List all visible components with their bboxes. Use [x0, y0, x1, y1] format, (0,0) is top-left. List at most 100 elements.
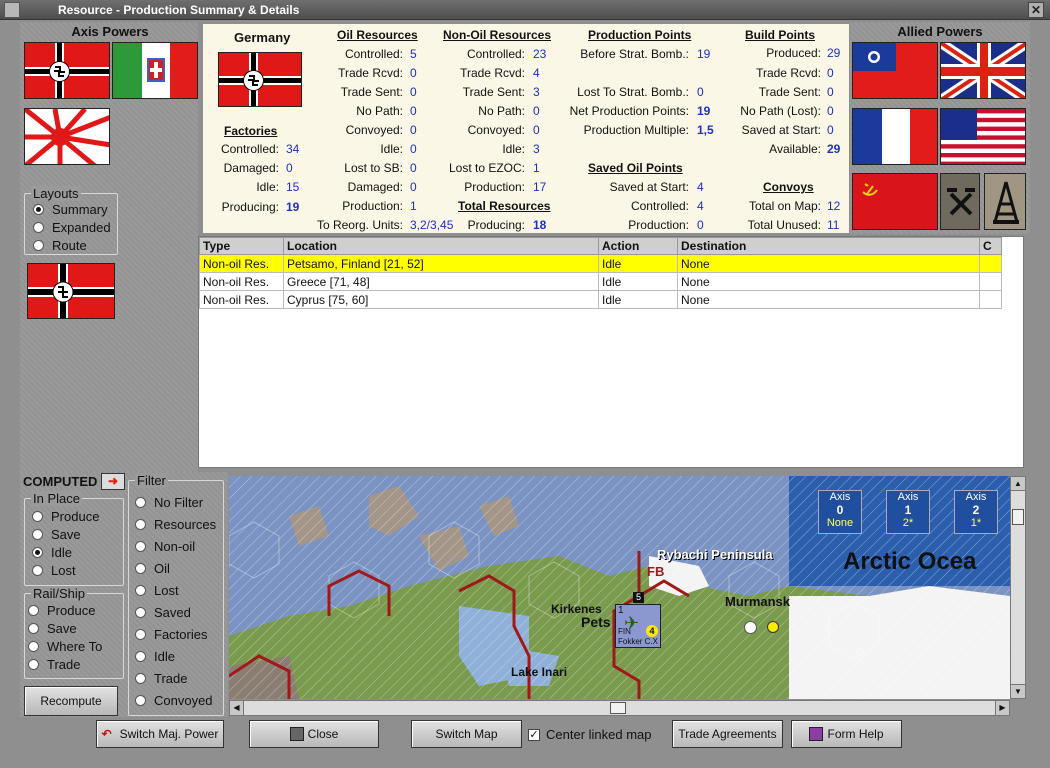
- map-vertical-scrollbar[interactable]: ▲ ▼: [1010, 476, 1026, 699]
- filter-no-filter-radio[interactable]: No Filter: [135, 495, 203, 510]
- window-menu-icon[interactable]: [4, 2, 20, 18]
- rail-trade-radio[interactable]: Trade: [28, 657, 80, 672]
- inplace-save-radio[interactable]: Save: [32, 527, 81, 542]
- rail-where-to-radio[interactable]: Where To: [28, 639, 102, 654]
- oil-row-label: Convoyed:: [345, 123, 403, 137]
- pp-row-value: 19: [697, 104, 711, 118]
- close-button[interactable]: Close: [249, 720, 379, 748]
- bp-row-value: 29: [827, 142, 841, 156]
- filter-oil-radio[interactable]: Oil: [135, 561, 170, 576]
- filter-convoyed-radio[interactable]: Convoyed: [135, 693, 213, 708]
- col-type[interactable]: Type: [199, 237, 284, 255]
- oil-row-label: Lost to SB:: [344, 161, 403, 175]
- convoys-title: Convoys: [763, 180, 814, 194]
- horizontal-scroll-thumb[interactable]: [610, 702, 626, 714]
- filter-resources-radio[interactable]: Resources: [135, 517, 216, 532]
- bp-row-label: Trade Sent:: [758, 85, 821, 99]
- layout-summary-radio[interactable]: Summary: [33, 202, 108, 217]
- oil-row-value: 5: [410, 47, 417, 61]
- filter-non-oil-radio[interactable]: Non-oil: [135, 539, 195, 554]
- inplace-produce-radio[interactable]: Produce: [32, 509, 99, 524]
- map-label-pets: Pets: [581, 614, 611, 630]
- axis-box-0[interactable]: Axis 0 None: [818, 490, 862, 534]
- map-horizontal-scrollbar[interactable]: ◀ ▶: [229, 700, 1010, 716]
- vertical-scroll-thumb[interactable]: [1012, 509, 1024, 525]
- col-action[interactable]: Action: [598, 237, 678, 255]
- switch-map-button[interactable]: Switch Map: [411, 720, 522, 748]
- filter-trade-radio[interactable]: Trade: [135, 671, 187, 686]
- saved-oil-row-label: Controlled:: [630, 199, 689, 213]
- nonoil-row-value: 4: [533, 66, 540, 80]
- oil-row-label: Idle:: [380, 142, 403, 156]
- factories-controlled-label: Controlled:: [220, 142, 279, 156]
- cell-action: Idle: [598, 254, 678, 273]
- col-destination[interactable]: Destination: [677, 237, 980, 255]
- resource-table-area[interactable]: Type Location Action Destination C Non-o…: [198, 236, 1024, 468]
- col-c[interactable]: C: [979, 237, 1002, 255]
- scroll-right-icon[interactable]: ▶: [995, 701, 1009, 715]
- saved-oil-row-label: Production:: [628, 218, 689, 232]
- china-flag[interactable]: [852, 42, 938, 99]
- layout-route-radio[interactable]: Route: [33, 238, 87, 253]
- scroll-up-icon[interactable]: ▲: [1011, 477, 1025, 491]
- mines-icon[interactable]: [940, 173, 980, 230]
- factories-title: Factories: [224, 124, 278, 138]
- linked-map[interactable]: Rybachi Peninsula Arctic Ocea Murmansk K…: [229, 476, 1010, 699]
- bp-row-value: 0: [827, 85, 834, 99]
- close-window-button[interactable]: ✕: [1028, 2, 1044, 18]
- layout-expanded-radio[interactable]: Expanded: [33, 220, 111, 235]
- scroll-left-icon[interactable]: ◀: [230, 701, 244, 715]
- nonoil-row-label: Trade Rcvd:: [460, 66, 525, 80]
- convoys-row-label: Total Unused:: [747, 218, 821, 232]
- cell-destination: None: [677, 272, 980, 291]
- col-location[interactable]: Location: [283, 237, 599, 255]
- bp-row-label: Produced:: [766, 46, 821, 60]
- computed-arrow-button[interactable]: ➜: [101, 473, 125, 490]
- filter-saved-radio[interactable]: Saved: [135, 605, 191, 620]
- bp-row-value: 0: [827, 123, 834, 137]
- germany-flag[interactable]: [24, 42, 110, 99]
- table-row[interactable]: Non-oil Res. Greece [71, 48] Idle None: [199, 272, 1002, 291]
- inplace-idle-radio[interactable]: Idle: [32, 545, 72, 560]
- uk-flag[interactable]: [940, 42, 1026, 99]
- center-linked-map-checkbox[interactable]: ✓ Center linked map: [528, 727, 652, 742]
- rail-save-radio[interactable]: Save: [28, 621, 77, 636]
- production-summary: Germany Factories Controlled: 34 Damaged…: [203, 24, 849, 233]
- table-row[interactable]: Non-oil Res. Petsamo, Finland [21, 52] I…: [199, 254, 1002, 273]
- cell-location: Greece [71, 48]: [283, 272, 599, 291]
- trade-agreements-button[interactable]: Trade Agreements: [672, 720, 783, 748]
- france-flag[interactable]: [852, 108, 938, 165]
- italy-flag[interactable]: [112, 42, 198, 99]
- saved-oil-row-value: 4: [697, 180, 704, 194]
- map-label-ocean: Arctic Ocea: [843, 548, 977, 575]
- port-icon[interactable]: [744, 621, 757, 634]
- table-row[interactable]: Non-oil Res. Cyprus [75, 60] Idle None: [199, 290, 1002, 309]
- recompute-button[interactable]: Recompute: [24, 686, 118, 716]
- ussr-flag[interactable]: [852, 173, 938, 230]
- inplace-lost-radio[interactable]: Lost: [32, 563, 76, 578]
- nonoil-row-label: No Path:: [478, 104, 525, 118]
- bp-row-value: 0: [827, 66, 834, 80]
- bp-row-value: 0: [827, 104, 834, 118]
- axis-box-2[interactable]: Axis 2 1*: [954, 490, 998, 534]
- japan-flag[interactable]: [24, 108, 110, 165]
- nonoil-row-value: 0: [533, 104, 540, 118]
- pp-row-label: Net Production Points:: [569, 104, 689, 118]
- usa-flag[interactable]: [940, 108, 1026, 165]
- unit-counter[interactable]: 1 ✈ FIN Fokker C.X 4: [615, 604, 661, 648]
- switch-major-power-button[interactable]: ↶ Switch Maj. Power: [96, 720, 224, 748]
- filter-factories-radio[interactable]: Factories: [135, 627, 207, 642]
- nonoil-row-label: Lost to EZOC:: [448, 161, 525, 175]
- oil-derrick-icon[interactable]: [984, 173, 1026, 230]
- oil-row-value: 0: [410, 180, 417, 194]
- factories-controlled-value: 34: [286, 142, 300, 156]
- filter-idle-radio[interactable]: Idle: [135, 649, 175, 664]
- form-help-button[interactable]: Form Help: [791, 720, 902, 748]
- nonoil-row-label: Production:: [464, 180, 525, 194]
- axis-box-1[interactable]: Axis 1 2*: [886, 490, 930, 534]
- murmansk-city-icon[interactable]: [767, 621, 779, 633]
- filter-lost-radio[interactable]: Lost: [135, 583, 179, 598]
- scroll-down-icon[interactable]: ▼: [1011, 684, 1025, 698]
- rail-produce-radio[interactable]: Produce: [28, 603, 95, 618]
- cell-destination: None: [677, 254, 980, 273]
